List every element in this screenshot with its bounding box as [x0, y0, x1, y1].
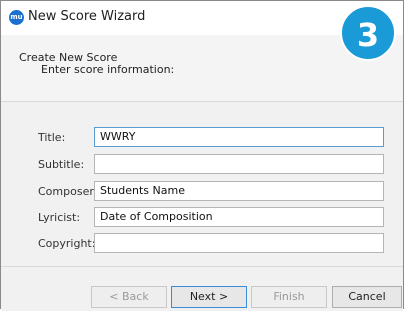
- form-row-subtitle: Subtitle:: [1, 154, 403, 175]
- finish-button[interactable]: Finish: [251, 286, 327, 308]
- form-row-composer: Composer: Students Name: [1, 181, 403, 202]
- form-row-lyricist: Lyricist: Date of Composition: [1, 207, 403, 228]
- cancel-button[interactable]: Cancel: [332, 286, 402, 308]
- subtitle-input[interactable]: [94, 154, 384, 174]
- lyricist-label: Lyricist:: [38, 211, 81, 224]
- back-button[interactable]: < Back: [91, 286, 167, 308]
- title-label: Title:: [38, 131, 66, 144]
- form-row-copyright: Copyright:: [1, 233, 403, 254]
- next-button[interactable]: Next >: [171, 286, 247, 308]
- score-info-form: Title: WWRY Subtitle: Composer: Students…: [1, 102, 403, 266]
- window-title: New Score Wizard: [28, 9, 146, 24]
- wizard-button-bar: < Back Next > Finish Cancel: [1, 266, 403, 311]
- musescore-app-icon: mu: [9, 10, 24, 25]
- step-number-badge: 3: [340, 5, 396, 61]
- composer-label: Composer:: [38, 185, 98, 198]
- title-input[interactable]: WWRY: [94, 127, 384, 147]
- header-subtitle: Enter score information:: [41, 63, 175, 76]
- form-row-title: Title: WWRY: [1, 127, 403, 148]
- copyright-input[interactable]: [94, 233, 384, 253]
- composer-input[interactable]: Students Name: [94, 181, 384, 201]
- copyright-label: Copyright:: [38, 237, 96, 250]
- lyricist-input[interactable]: Date of Composition: [94, 207, 384, 227]
- subtitle-label: Subtitle:: [38, 158, 85, 171]
